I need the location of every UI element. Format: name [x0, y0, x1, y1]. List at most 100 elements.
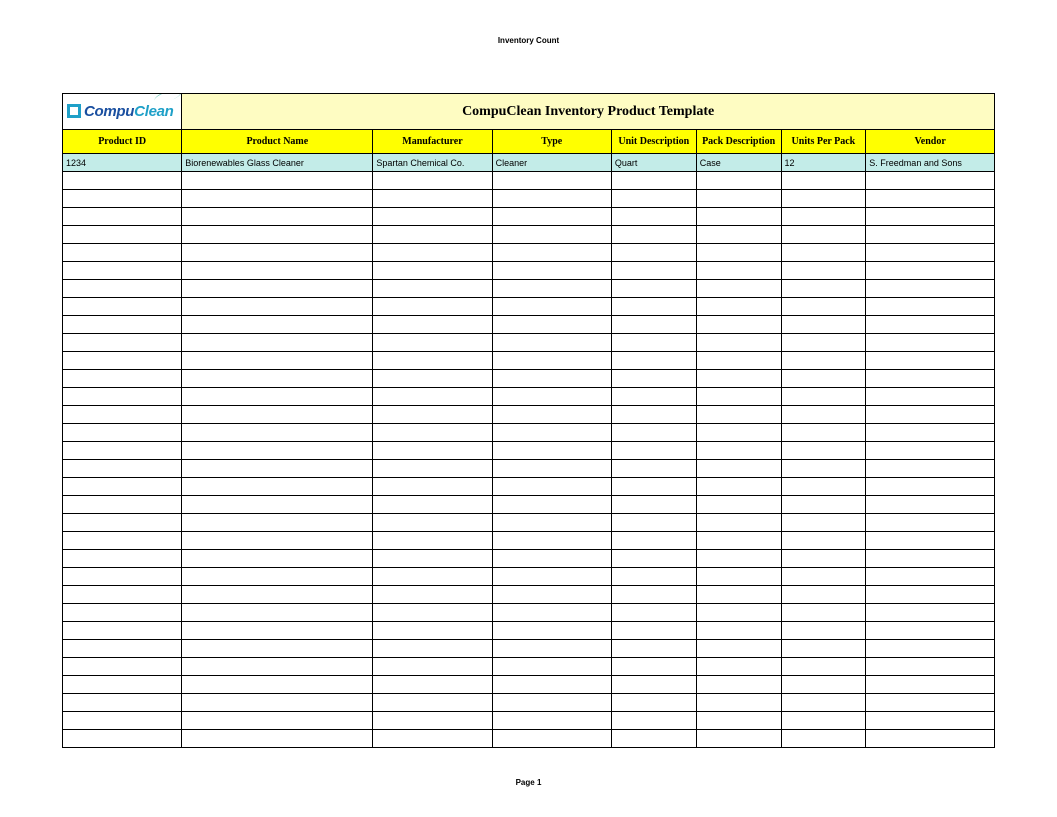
cell-empty[interactable] [182, 262, 373, 280]
cell-type[interactable]: Cleaner [492, 154, 611, 172]
cell-unit_description[interactable]: Quart [611, 154, 696, 172]
cell-empty[interactable] [781, 676, 866, 694]
cell-empty[interactable] [781, 550, 866, 568]
cell-empty[interactable] [781, 496, 866, 514]
table-row[interactable] [63, 370, 995, 388]
cell-empty[interactable] [492, 442, 611, 460]
cell-empty[interactable] [492, 460, 611, 478]
cell-empty[interactable] [696, 190, 781, 208]
cell-empty[interactable] [63, 280, 182, 298]
cell-empty[interactable] [373, 352, 492, 370]
cell-empty[interactable] [492, 622, 611, 640]
cell-empty[interactable] [696, 478, 781, 496]
cell-empty[interactable] [373, 190, 492, 208]
cell-empty[interactable] [611, 694, 696, 712]
cell-empty[interactable] [492, 226, 611, 244]
cell-empty[interactable] [611, 496, 696, 514]
cell-empty[interactable] [182, 334, 373, 352]
cell-empty[interactable] [373, 370, 492, 388]
cell-empty[interactable] [611, 280, 696, 298]
cell-empty[interactable] [611, 388, 696, 406]
cell-empty[interactable] [611, 226, 696, 244]
table-row[interactable] [63, 496, 995, 514]
cell-empty[interactable] [866, 226, 995, 244]
cell-empty[interactable] [611, 712, 696, 730]
cell-empty[interactable] [63, 190, 182, 208]
cell-empty[interactable] [866, 622, 995, 640]
cell-empty[interactable] [781, 730, 866, 748]
table-row[interactable] [63, 244, 995, 262]
cell-empty[interactable] [696, 622, 781, 640]
cell-empty[interactable] [696, 586, 781, 604]
cell-empty[interactable] [63, 460, 182, 478]
cell-empty[interactable] [781, 460, 866, 478]
cell-empty[interactable] [492, 190, 611, 208]
cell-empty[interactable] [696, 388, 781, 406]
table-row[interactable] [63, 298, 995, 316]
cell-empty[interactable] [373, 586, 492, 604]
cell-empty[interactable] [781, 514, 866, 532]
cell-empty[interactable] [492, 676, 611, 694]
cell-empty[interactable] [866, 478, 995, 496]
cell-empty[interactable] [373, 694, 492, 712]
cell-empty[interactable] [781, 406, 866, 424]
cell-empty[interactable] [182, 388, 373, 406]
cell-empty[interactable] [492, 478, 611, 496]
cell-empty[interactable] [63, 352, 182, 370]
cell-empty[interactable] [63, 586, 182, 604]
cell-empty[interactable] [63, 694, 182, 712]
cell-empty[interactable] [696, 334, 781, 352]
cell-empty[interactable] [373, 460, 492, 478]
cell-empty[interactable] [781, 388, 866, 406]
cell-empty[interactable] [611, 172, 696, 190]
cell-empty[interactable] [781, 334, 866, 352]
table-row[interactable] [63, 460, 995, 478]
cell-empty[interactable] [63, 532, 182, 550]
cell-empty[interactable] [182, 208, 373, 226]
cell-empty[interactable] [492, 244, 611, 262]
cell-empty[interactable] [696, 172, 781, 190]
cell-empty[interactable] [182, 406, 373, 424]
cell-empty[interactable] [492, 550, 611, 568]
cell-empty[interactable] [866, 190, 995, 208]
cell-empty[interactable] [63, 712, 182, 730]
cell-empty[interactable] [182, 586, 373, 604]
cell-empty[interactable] [696, 568, 781, 586]
cell-empty[interactable] [373, 550, 492, 568]
cell-empty[interactable] [63, 658, 182, 676]
table-row[interactable] [63, 478, 995, 496]
cell-empty[interactable] [866, 406, 995, 424]
cell-empty[interactable] [866, 460, 995, 478]
cell-empty[interactable] [611, 424, 696, 442]
cell-empty[interactable] [781, 298, 866, 316]
cell-empty[interactable] [781, 442, 866, 460]
cell-empty[interactable] [182, 532, 373, 550]
table-row[interactable] [63, 532, 995, 550]
cell-product_id[interactable]: 1234 [63, 154, 182, 172]
cell-empty[interactable] [696, 550, 781, 568]
cell-empty[interactable] [182, 226, 373, 244]
table-row[interactable] [63, 586, 995, 604]
cell-empty[interactable] [182, 442, 373, 460]
cell-empty[interactable] [781, 640, 866, 658]
table-row[interactable] [63, 406, 995, 424]
cell-empty[interactable] [696, 262, 781, 280]
cell-empty[interactable] [182, 658, 373, 676]
table-row[interactable] [63, 730, 995, 748]
cell-empty[interactable] [866, 694, 995, 712]
cell-empty[interactable] [611, 514, 696, 532]
cell-empty[interactable] [63, 244, 182, 262]
cell-empty[interactable] [63, 604, 182, 622]
cell-empty[interactable] [696, 244, 781, 262]
cell-empty[interactable] [866, 370, 995, 388]
cell-empty[interactable] [611, 244, 696, 262]
cell-empty[interactable] [63, 442, 182, 460]
cell-empty[interactable] [781, 658, 866, 676]
cell-empty[interactable] [182, 280, 373, 298]
cell-empty[interactable] [866, 352, 995, 370]
table-row[interactable] [63, 640, 995, 658]
cell-empty[interactable] [696, 676, 781, 694]
cell-empty[interactable] [611, 406, 696, 424]
cell-empty[interactable] [373, 604, 492, 622]
cell-empty[interactable] [373, 316, 492, 334]
